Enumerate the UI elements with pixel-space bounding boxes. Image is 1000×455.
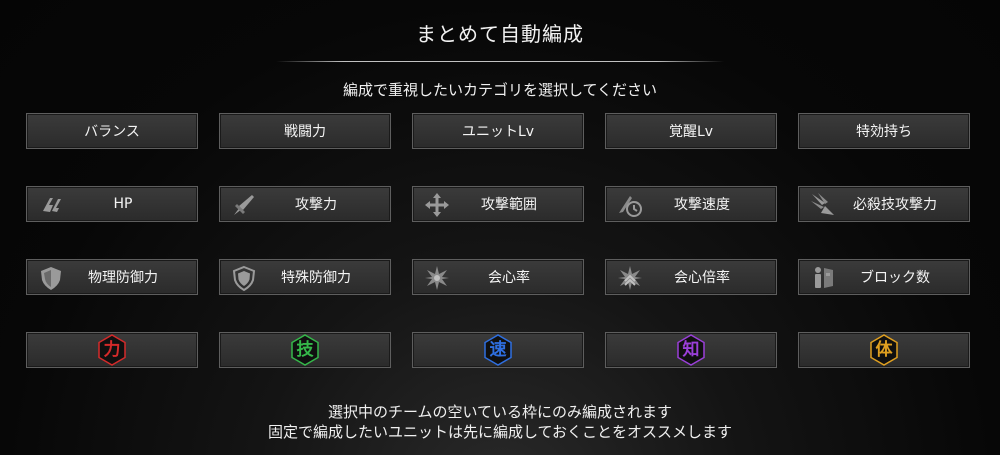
attack-speed-icon [616, 191, 644, 219]
dialog-title: まとめて自動編成 [416, 22, 584, 46]
attribute-button-intelligence[interactable]: 知 [605, 332, 777, 368]
attribute-char: 技 [296, 339, 314, 360]
category-label: 攻撃力 [295, 197, 337, 213]
category-button-block-count[interactable]: ブロック数 [798, 259, 970, 295]
category-label: HP [113, 196, 133, 212]
attribute-button-technique[interactable]: 技 [219, 332, 391, 368]
category-button-unit-level[interactable]: ユニットLv [412, 113, 584, 149]
category-button-special-effect[interactable]: 特効持ち [798, 113, 970, 149]
category-label: 物理防御力 [88, 270, 158, 286]
block-count-icon [809, 264, 837, 292]
auto-formation-dialog: まとめて自動編成 編成で重視したいカテゴリを選択してください バランス 戦闘力 … [0, 0, 1000, 455]
category-button-physical-defense[interactable]: 物理防御力 [26, 259, 198, 295]
category-label: 必殺技攻撃力 [853, 197, 937, 213]
category-button-balance[interactable]: バランス [26, 113, 198, 149]
note-line: 選択中のチームの空いている枠にのみ編成されます [327, 403, 673, 421]
category-label: ユニットLv [461, 124, 535, 140]
category-button-special-attack[interactable]: 必殺技攻撃力 [798, 186, 970, 222]
category-label: 会心倍率 [674, 270, 730, 286]
critical-rate-icon [423, 264, 451, 292]
category-label: 特効持ち [856, 124, 912, 140]
notes: 選択中のチームの空いている枠にのみ編成されます 固定で編成したいユニットは先に編… [0, 402, 1000, 442]
category-label: 攻撃速度 [674, 197, 730, 213]
category-button-combat-power[interactable]: 戦闘力 [219, 113, 391, 149]
attribute-char: 力 [103, 339, 121, 360]
speed-attribute-icon: 速 [483, 334, 513, 366]
power-attribute-icon: 力 [97, 334, 127, 366]
category-button-hp[interactable]: HP [26, 186, 198, 222]
category-label: 特殊防御力 [281, 270, 351, 286]
attribute-char: 体 [875, 339, 893, 360]
category-label: ブロック数 [860, 270, 930, 286]
critical-multiplier-icon [616, 264, 644, 292]
category-button-special-defense[interactable]: 特殊防御力 [219, 259, 391, 295]
physical-defense-icon [37, 264, 65, 292]
category-grid: バランス 戦闘力 ユニットLv 覚醒Lv 特効持ち HP 攻撃力 攻撃範囲 攻撃… [26, 113, 970, 369]
intelligence-attribute-icon: 知 [676, 334, 706, 366]
category-button-critical-rate[interactable]: 会心率 [412, 259, 584, 295]
special-defense-icon [230, 264, 258, 292]
attribute-char: 速 [489, 339, 507, 360]
stamina-attribute-icon: 体 [869, 334, 899, 366]
attribute-char: 知 [682, 339, 700, 360]
category-label: バランス [84, 124, 140, 140]
attack-icon [230, 191, 258, 219]
category-label: 戦闘力 [284, 124, 326, 140]
title-divider [276, 61, 724, 62]
instruction-text: 編成で重視したいカテゴリを選択してください [342, 81, 658, 99]
category-button-attack-speed[interactable]: 攻撃速度 [605, 186, 777, 222]
category-button-attack-range[interactable]: 攻撃範囲 [412, 186, 584, 222]
category-label: 覚醒Lv [668, 124, 714, 140]
category-button-awakening-level[interactable]: 覚醒Lv [605, 113, 777, 149]
category-label: 会心率 [488, 270, 530, 286]
hp-icon [37, 191, 65, 219]
category-label: 攻撃範囲 [481, 197, 537, 213]
attack-range-icon [423, 191, 451, 219]
category-button-attack[interactable]: 攻撃力 [219, 186, 391, 222]
attribute-button-speed[interactable]: 速 [412, 332, 584, 368]
category-button-critical-multiplier[interactable]: 会心倍率 [605, 259, 777, 295]
attribute-button-stamina[interactable]: 体 [798, 332, 970, 368]
attribute-button-power[interactable]: 力 [26, 332, 198, 368]
technique-attribute-icon: 技 [290, 334, 320, 366]
special-attack-icon [809, 191, 837, 219]
note-line: 固定で編成したいユニットは先に編成しておくことをオススメします [267, 423, 733, 441]
